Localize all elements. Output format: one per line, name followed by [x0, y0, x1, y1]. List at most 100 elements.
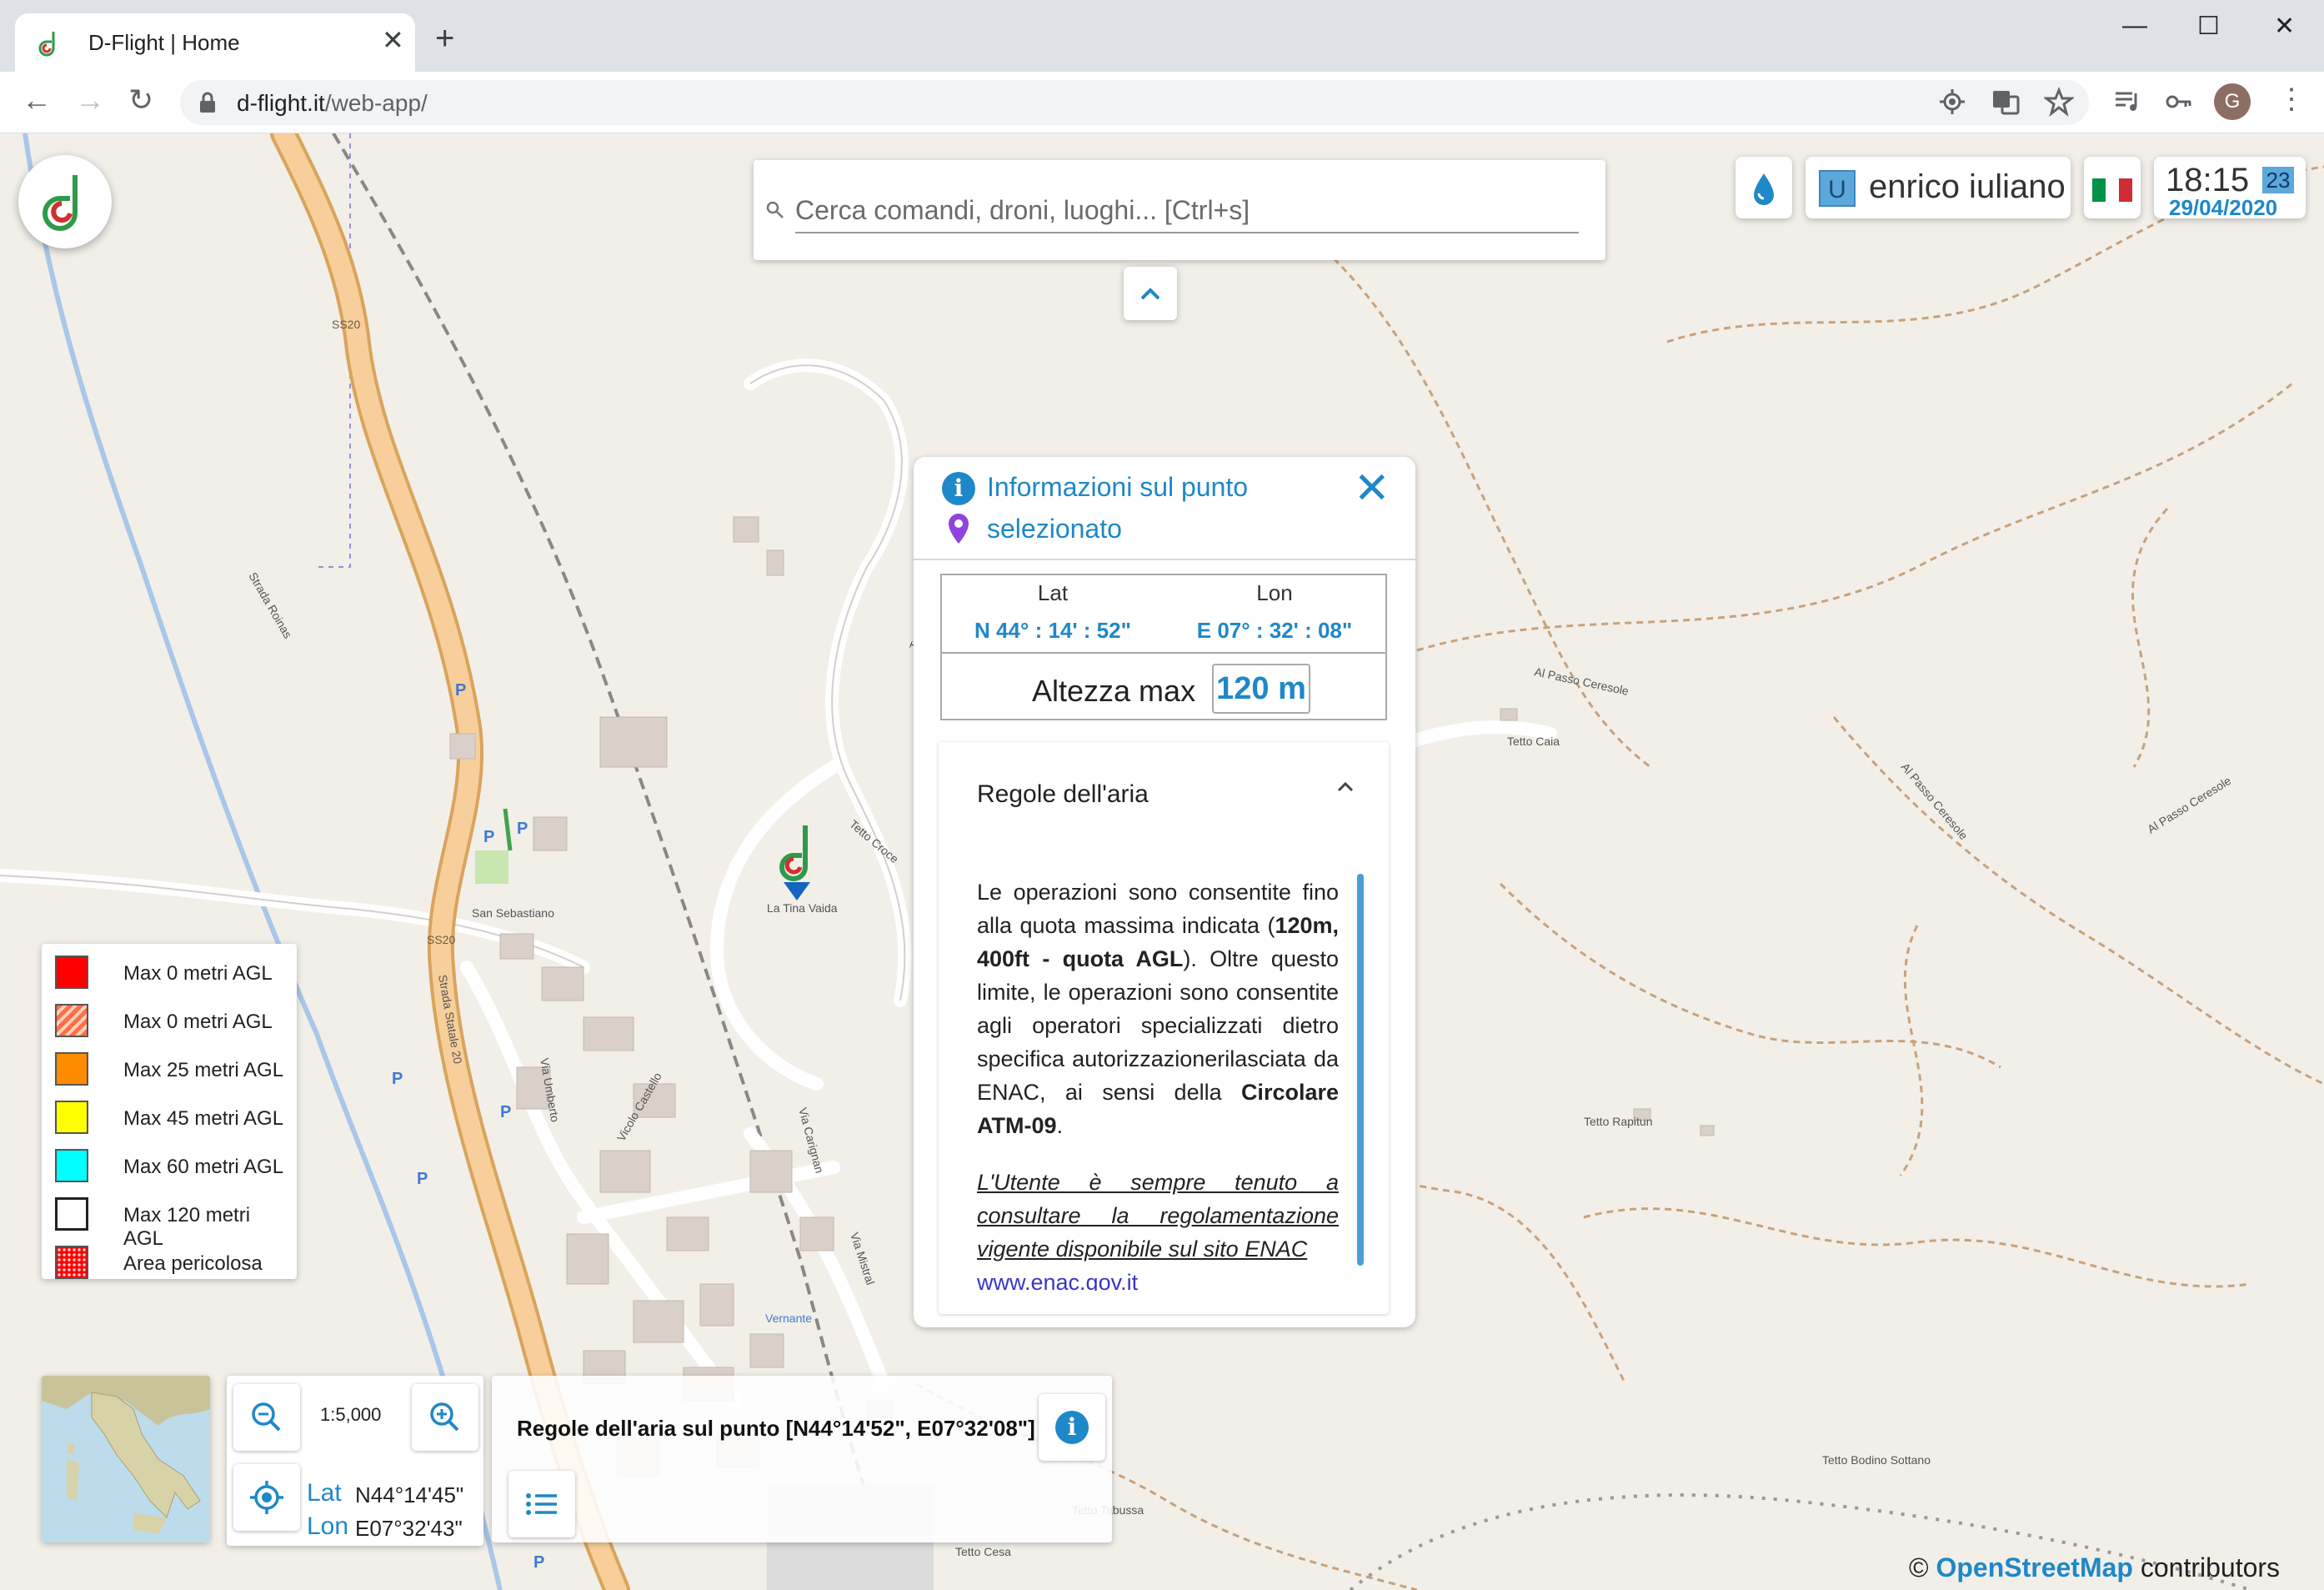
point-info-panel: i Informazioni sul punto selezionato ✕ L…: [914, 457, 1415, 1327]
legend-label: Max 25 metri AGL: [123, 1059, 284, 1081]
info-icon: i: [942, 472, 975, 505]
legend-swatch: [55, 1101, 88, 1134]
location-icon[interactable]: [1937, 87, 1967, 117]
user-initial-badge: U: [1819, 170, 1856, 207]
water-drop-icon: [1754, 173, 1774, 205]
tab-title: D-Flight | Home: [88, 30, 240, 55]
language-button[interactable]: [2084, 157, 2141, 218]
legend-label: Area pericolosa: [123, 1252, 263, 1275]
info-icon: i: [1055, 1411, 1089, 1444]
svg-text:Via Mistral: Via Mistral: [848, 1231, 877, 1287]
zoom-in-icon: [430, 1402, 459, 1432]
tab-close-icon[interactable]: ✕: [382, 27, 404, 53]
osm-link[interactable]: OpenStreetMap: [1936, 1552, 2132, 1582]
back-icon[interactable]: ←: [22, 85, 52, 115]
url-text: d-flight.it/web-app/: [237, 90, 428, 116]
map-viewport[interactable]: PPP PPP P Strada Roinas SS20 SS20 Strada…: [0, 133, 2324, 1590]
list-icon: [526, 1493, 557, 1515]
browser-tab[interactable]: D-Flight | Home ✕: [15, 13, 415, 72]
svg-text:P: P: [517, 820, 528, 838]
max-height-value: 120 m: [1212, 664, 1310, 714]
info-button[interactable]: i: [1039, 1394, 1105, 1461]
svg-text:La Tina Vaida: La Tina Vaida: [767, 901, 838, 915]
italy-flag-icon: [2092, 178, 2132, 202]
dflight-favicon: [38, 32, 55, 57]
air-rules-title[interactable]: Regole dell'aria: [977, 780, 1149, 809]
locate-me-button[interactable]: [233, 1464, 300, 1531]
lock-icon: [200, 92, 215, 113]
key-icon[interactable]: [2164, 87, 2194, 117]
svg-text:P: P: [455, 681, 466, 700]
search-input[interactable]: [795, 188, 1579, 233]
dflight-logo-button[interactable]: [18, 155, 112, 248]
translate-icon[interactable]: [1991, 87, 2021, 117]
weather-button[interactable]: [1735, 157, 1792, 218]
profile-avatar[interactable]: G: [2214, 83, 2251, 120]
close-panel-icon[interactable]: ✕: [1354, 467, 1390, 510]
lat-label: Lat: [1037, 580, 1069, 605]
search-icon: [766, 201, 784, 218]
legend-label: Max 60 metri AGL: [123, 1156, 284, 1178]
zoom-out-icon: [252, 1402, 281, 1432]
coordinates-table: Lat N 44° : 14' : 52" Lon E 07° : 32' : …: [940, 574, 1387, 720]
list-button[interactable]: [508, 1471, 575, 1537]
max-height-label: Altezza max: [1032, 674, 1196, 708]
svg-text:Tetto Cesa: Tetto Cesa: [955, 1545, 1011, 1558]
air-rules-bar-text: Regole dell'aria sul punto [N44°14'52", …: [517, 1416, 1035, 1441]
forward-icon[interactable]: →: [75, 85, 105, 115]
svg-text:P: P: [392, 1070, 403, 1088]
svg-text:Vernante: Vernante: [765, 1312, 812, 1325]
air-rules-disclaimer: L'Utente è sempre tenuto a consultare la…: [977, 1170, 1339, 1261]
svg-text:SS20: SS20: [427, 933, 455, 946]
map-attribution: © OpenStreetMap contributors: [1909, 1552, 2281, 1582]
legend-item: Max 60 metri AGL: [48, 1144, 290, 1186]
enac-link[interactable]: www.enac.gov.it: [977, 1270, 1138, 1291]
legend-item: Max 45 metri AGL: [48, 1096, 290, 1137]
map-pin-icon: [949, 514, 969, 544]
air-rules-section: Regole dell'aria Le operazioni sono cons…: [939, 742, 1389, 1314]
legend-swatch: [55, 1052, 88, 1086]
user-button[interactable]: U enrico iuliano: [1806, 157, 2071, 218]
new-tab-button[interactable]: +: [435, 22, 454, 55]
close-window-button[interactable]: ✕: [2274, 12, 2295, 41]
air-rules-text: Le operazioni sono consentite fino alla …: [977, 875, 1339, 1291]
height-legend: Max 0 metri AGL Max 0 metri AGL Max 25 m…: [42, 944, 297, 1279]
legend-label: Max 0 metri AGL: [123, 962, 273, 985]
air-rules-bar: Regole dell'aria sul punto [N44°14'52", …: [492, 1376, 1112, 1542]
menu-kebab-icon[interactable]: ⋮: [2277, 85, 2306, 113]
zoom-in-button[interactable]: [412, 1384, 478, 1451]
zoom-out-button[interactable]: [233, 1384, 300, 1451]
minimize-button[interactable]: —: [2122, 12, 2147, 40]
clock-widget: 18:15 23 29/04/2020: [2154, 157, 2306, 220]
svg-text:SS20: SS20: [332, 318, 360, 331]
legend-swatch: [55, 1197, 88, 1231]
svg-text:Al Passo Ceresole: Al Passo Ceresole: [2145, 774, 2233, 836]
legend-label: Max 45 metri AGL: [123, 1107, 284, 1130]
cursor-lat-label: Lat: [307, 1479, 342, 1507]
user-name: enrico iuliano: [1869, 168, 2066, 205]
browser-tab-bar: D-Flight | Home ✕ + — ☐ ✕: [0, 0, 2324, 72]
svg-text:Strada Roinas: Strada Roinas: [246, 570, 294, 641]
cursor-lon-value: E07°32'43": [355, 1516, 463, 1541]
legend-item: Max 25 metri AGL: [48, 1047, 290, 1089]
zoom-panel: 1:5,000 Lat N44°14'45" Lon E07°32'43": [227, 1376, 483, 1546]
address-bar[interactable]: d-flight.it/web-app/: [180, 80, 2089, 125]
browser-toolbar: ← → ↻ d-flight.it/web-app/ G ⋮: [0, 72, 2324, 133]
star-icon[interactable]: [2044, 87, 2074, 117]
media-icon[interactable]: [2112, 87, 2142, 117]
map-scale: 1:5,000: [320, 1404, 382, 1425]
rules-scrollbar[interactable]: [1357, 874, 1364, 1266]
maximize-button[interactable]: ☐: [2197, 12, 2220, 41]
clock-seconds: 23: [2262, 167, 2294, 193]
legend-item: Area pericolosa: [48, 1241, 290, 1282]
panel-header: i Informazioni sul punto selezionato ✕: [914, 457, 1415, 560]
overview-minimap[interactable]: [42, 1376, 210, 1542]
clock-date: 29/04/2020: [2169, 195, 2278, 220]
legend-swatch: [55, 1149, 88, 1182]
chevron-up-icon[interactable]: [1334, 775, 1357, 799]
collapse-search-button[interactable]: [1124, 267, 1177, 320]
svg-text:Tetto Rapitun: Tetto Rapitun: [1584, 1115, 1653, 1128]
legend-swatch: [55, 956, 88, 989]
reload-icon[interactable]: ↻: [128, 85, 153, 115]
lon-label: Lon: [1256, 580, 1293, 605]
